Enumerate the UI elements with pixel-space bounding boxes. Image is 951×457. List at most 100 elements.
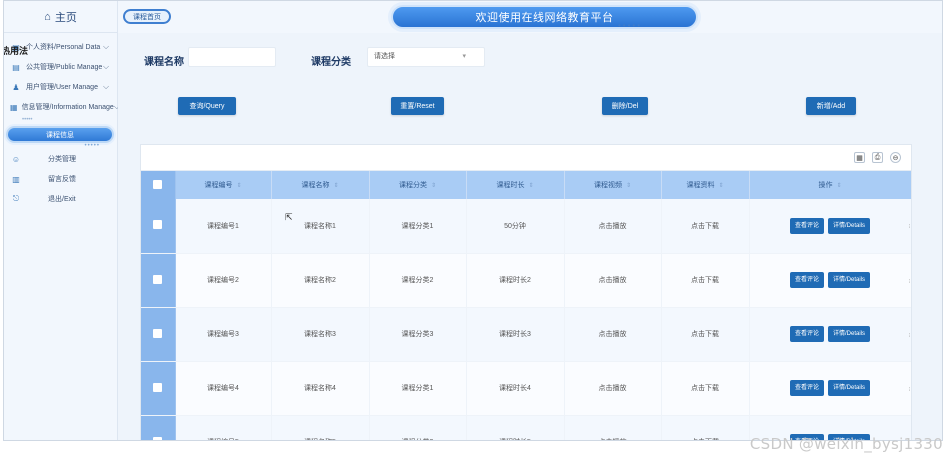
table-row[interactable]: 课程编号4 课程名称4 课程分类1 课程时长4 点击播放 点击下载 查看评论 详情… bbox=[141, 361, 911, 416]
document-icon: ▤ bbox=[12, 62, 20, 72]
sidebar-item-label: 公共管理/Public Manage bbox=[26, 64, 103, 71]
person-icon: ☺ bbox=[11, 154, 21, 164]
course-category-select[interactable]: 请选择 ▾ bbox=[367, 47, 485, 67]
view-comments-button[interactable]: 查看评论 bbox=[789, 272, 824, 288]
select-all-checkbox[interactable] bbox=[153, 179, 163, 189]
sidebar: ⌂ 主页 ▣ 个人资料/Personal Data ⌵ ▤ 公共管理/Publi… bbox=[4, 1, 120, 440]
cell-video-link[interactable]: 点击播放 bbox=[564, 199, 662, 254]
sidebar-item-label: 分类管理 bbox=[48, 156, 76, 163]
cell-duration: 课程时长3 bbox=[466, 307, 565, 362]
row-checkbox[interactable] bbox=[153, 328, 163, 338]
more-icon: ⁝ bbox=[908, 332, 911, 339]
columns-icon[interactable]: ▦ bbox=[854, 152, 865, 163]
sidebar-item-exit[interactable]: ⎋ 退出/Exit bbox=[4, 189, 117, 209]
print-icon[interactable]: ⎙ bbox=[872, 152, 883, 163]
query-button[interactable]: 查询/Query bbox=[178, 97, 236, 115]
cell-actions: 查看评论详情/Details ⁝ bbox=[749, 361, 911, 416]
mouse-cursor-icon: ⇱ bbox=[285, 212, 293, 222]
tab-label: 课程首页 bbox=[133, 13, 161, 21]
cell-material-link[interactable]: 点击下载 bbox=[661, 361, 750, 416]
cell-video-link[interactable]: 点击播放 bbox=[564, 415, 662, 440]
sidebar-item-label: 留言反馈 bbox=[48, 176, 76, 183]
sidebar-item-category-manage[interactable]: ☺ 分类管理 bbox=[4, 149, 117, 169]
cell-name: 课程名称4 bbox=[271, 361, 370, 416]
cell-material-link[interactable]: 点击下载 bbox=[661, 307, 750, 362]
view-comments-button[interactable]: 查看评论 bbox=[789, 217, 824, 234]
cell-video-link[interactable]: 点击播放 bbox=[564, 307, 662, 362]
sidebar-item-information-manage[interactable]: ▦ 信息管理/Information Manage ⌵ bbox=[4, 97, 120, 117]
column-header[interactable]: 课程视频 ⇕ bbox=[564, 171, 662, 199]
cell-name: 课程名称5 bbox=[271, 415, 370, 440]
column-header[interactable]: 课程编号 ⇕ bbox=[175, 171, 272, 199]
table-row[interactable]: 课程编号2 课程名称2 课程分类2 课程时长2 点击播放 点击下载 查看评论 详情… bbox=[141, 253, 911, 308]
sort-icon: ⇕ bbox=[333, 183, 339, 189]
cell-name: 课程名称2 bbox=[271, 253, 370, 308]
chevron-down-icon: ▾ bbox=[462, 53, 466, 60]
reset-button[interactable]: 重置/Reset bbox=[391, 97, 444, 115]
select-placeholder: 请选择 bbox=[374, 53, 395, 60]
sort-icon: ⇕ bbox=[528, 183, 534, 189]
cell-video-link[interactable]: 点击播放 bbox=[564, 361, 662, 416]
course-name-label: 课程名称 bbox=[144, 57, 184, 68]
users-icon: ♟ bbox=[12, 82, 20, 92]
row-checkbox[interactable] bbox=[153, 220, 163, 230]
column-header[interactable]: 课程资料 ⇕ bbox=[661, 171, 750, 199]
sidebar-item-label: 退出/Exit bbox=[48, 196, 76, 203]
sidebar-item-active[interactable]: 课程信息 ••••• bbox=[6, 126, 114, 149]
details-button[interactable]: 详情/Details bbox=[828, 217, 871, 234]
column-header[interactable]: 课程分类 ⇕ bbox=[369, 171, 467, 199]
cell-code: 课程编号4 bbox=[175, 361, 272, 416]
banner-title: 欢迎使用在线网络教育平台 bbox=[475, 12, 614, 24]
table-row[interactable]: 课程编号3 课程名称3 课程分类3 课程时长3 点击播放 点击下载 查看评论 详情… bbox=[141, 307, 911, 362]
sort-icon: ⇕ bbox=[718, 183, 724, 189]
course-table: 课程编号 ⇕ 课程名称 ⇕ 课程分类 ⇕ 课程时长 ⇕ 课程视频 ⇕ 课程资料 ⇕ 操作 ⇕ … bbox=[141, 171, 911, 440]
row-checkbox[interactable] bbox=[153, 436, 163, 440]
decorative-dots: ••••• bbox=[618, 21, 643, 30]
cell-name: 课程名称1 bbox=[271, 199, 370, 254]
delete-button[interactable]: 删除/Del bbox=[602, 97, 648, 115]
column-header[interactable]: 课程名称 ⇕ bbox=[271, 171, 370, 199]
column-header-label: 课程资料 bbox=[686, 182, 715, 189]
main-content: 课程名称 课程分类 请选择 ▾ 查询/Query 重置/Reset 删除/Del… bbox=[118, 33, 942, 440]
cell-name: 课程名称3 bbox=[271, 307, 370, 362]
sidebar-item-public-manage[interactable]: ▤ 公共管理/Public Manage ⌵ bbox=[4, 57, 117, 77]
column-header[interactable]: 操作 ⇕ bbox=[749, 171, 911, 199]
decorative-dots: ••••• bbox=[22, 117, 33, 123]
details-button[interactable]: 详情/Details bbox=[828, 326, 871, 342]
cell-duration: 课程时长4 bbox=[466, 361, 565, 416]
column-header[interactable]: 课程时长 ⇕ bbox=[466, 171, 565, 199]
table-row[interactable]: 课程编号1 课程名称1 课程分类1 50分钟 点击播放 点击下载 查看评论 详情/… bbox=[141, 199, 911, 254]
table-toolbar: ▦ ⎙ ⊖ bbox=[141, 145, 911, 171]
row-select-cell bbox=[141, 361, 176, 416]
cell-material-link[interactable]: 点击下载 bbox=[661, 253, 750, 308]
view-comments-button[interactable]: 查看评论 bbox=[789, 326, 824, 342]
column-header-label: 课程视频 bbox=[593, 182, 622, 189]
tab-course-home[interactable]: 课程首页 bbox=[123, 9, 171, 24]
row-checkbox[interactable] bbox=[153, 274, 163, 284]
cell-code: 课程编号2 bbox=[175, 253, 272, 308]
cell-category: 课程分类1 bbox=[369, 199, 467, 254]
sidebar-item-user-manage[interactable]: ♟ 用户管理/User Manage ⌵ bbox=[4, 77, 117, 97]
course-table-card: ▦ ⎙ ⊖ 课程编号⇕ 课程名称⇕ 课程分类⇕ 课程时长⇕ 课程视频⇕ bbox=[140, 144, 912, 440]
row-select-cell bbox=[141, 307, 176, 362]
row-select-cell bbox=[141, 253, 176, 308]
view-comments-button[interactable]: 查看评论 bbox=[789, 380, 824, 396]
exit-icon: ⎋ bbox=[12, 194, 20, 203]
sidebar-item-label: 用户管理/User Manage bbox=[26, 84, 98, 91]
chevron-down-icon: ⌵ bbox=[103, 82, 110, 91]
course-category-label: 课程分类 bbox=[311, 57, 351, 68]
details-button[interactable]: 详情/Details bbox=[828, 380, 871, 396]
cell-code: 课程编号1 bbox=[175, 199, 272, 254]
chart-icon: ▦ bbox=[10, 102, 18, 112]
cell-video-link[interactable]: 点击播放 bbox=[564, 253, 662, 308]
details-button[interactable]: 详情/Details bbox=[828, 272, 871, 288]
add-button[interactable]: 新增/Add bbox=[806, 97, 856, 115]
cell-material-link[interactable]: 点击下载 bbox=[661, 415, 750, 440]
export-icon[interactable]: ⊖ bbox=[890, 152, 901, 163]
chevron-down-icon: ⌵ bbox=[103, 62, 110, 71]
row-checkbox[interactable] bbox=[153, 382, 163, 392]
cell-material-link[interactable]: 点击下载 bbox=[661, 199, 750, 254]
course-name-input[interactable] bbox=[188, 47, 276, 67]
sidebar-item-feedback[interactable]: ▥ 留言反馈 bbox=[4, 169, 117, 189]
home-link[interactable]: ⌂ 主页 bbox=[4, 1, 117, 33]
